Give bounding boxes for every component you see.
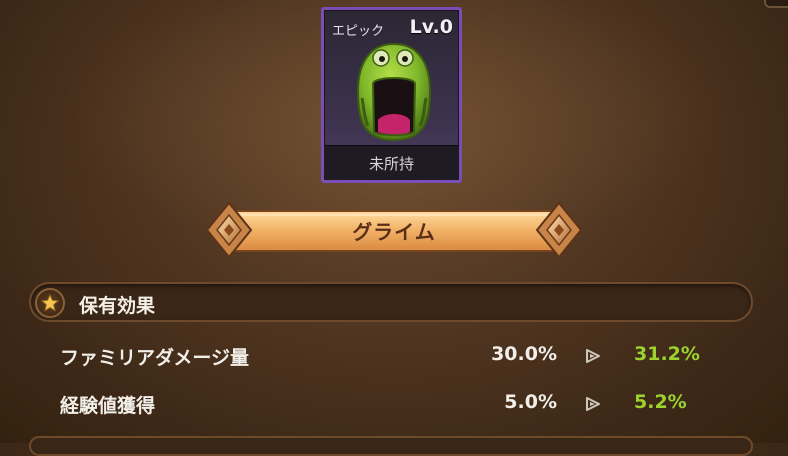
stat-row-familiar-damage: ファミリアダメージ量 30.0% 31.2% [0, 339, 788, 373]
stat-row-exp-gain: 経験値獲得 5.0% 5.2% [0, 387, 788, 421]
stat-next-value: 5.2% [634, 391, 687, 413]
effects-title: 保有効果 [79, 295, 156, 317]
holding-effects-header: 保有効果 [29, 282, 753, 322]
star-icon [41, 294, 59, 312]
owned-status-bar: 未所持 [324, 145, 459, 180]
green-slime-monster-icon [356, 42, 432, 142]
owned-status-label: 未所持 [368, 154, 414, 173]
window-frame-corner [764, 0, 788, 8]
familiar-name: グライム [352, 220, 436, 244]
arrow-right-icon [586, 349, 600, 363]
familiar-card[interactable]: エピック Lv.0 未所持 [321, 7, 462, 183]
level-label: Lv.0 [409, 16, 453, 38]
star-badge [35, 288, 65, 318]
arrow-right-icon [586, 397, 600, 411]
stat-next-value: 31.2% [634, 343, 700, 365]
next-section-header [29, 436, 753, 456]
stat-label: ファミリアダメージ量 [60, 347, 250, 369]
stat-current-value: 5.0% [504, 391, 557, 413]
stat-current-value: 30.0% [491, 343, 557, 365]
stat-label: 経験値獲得 [60, 395, 156, 417]
name-banner: グライム [205, 199, 583, 262]
